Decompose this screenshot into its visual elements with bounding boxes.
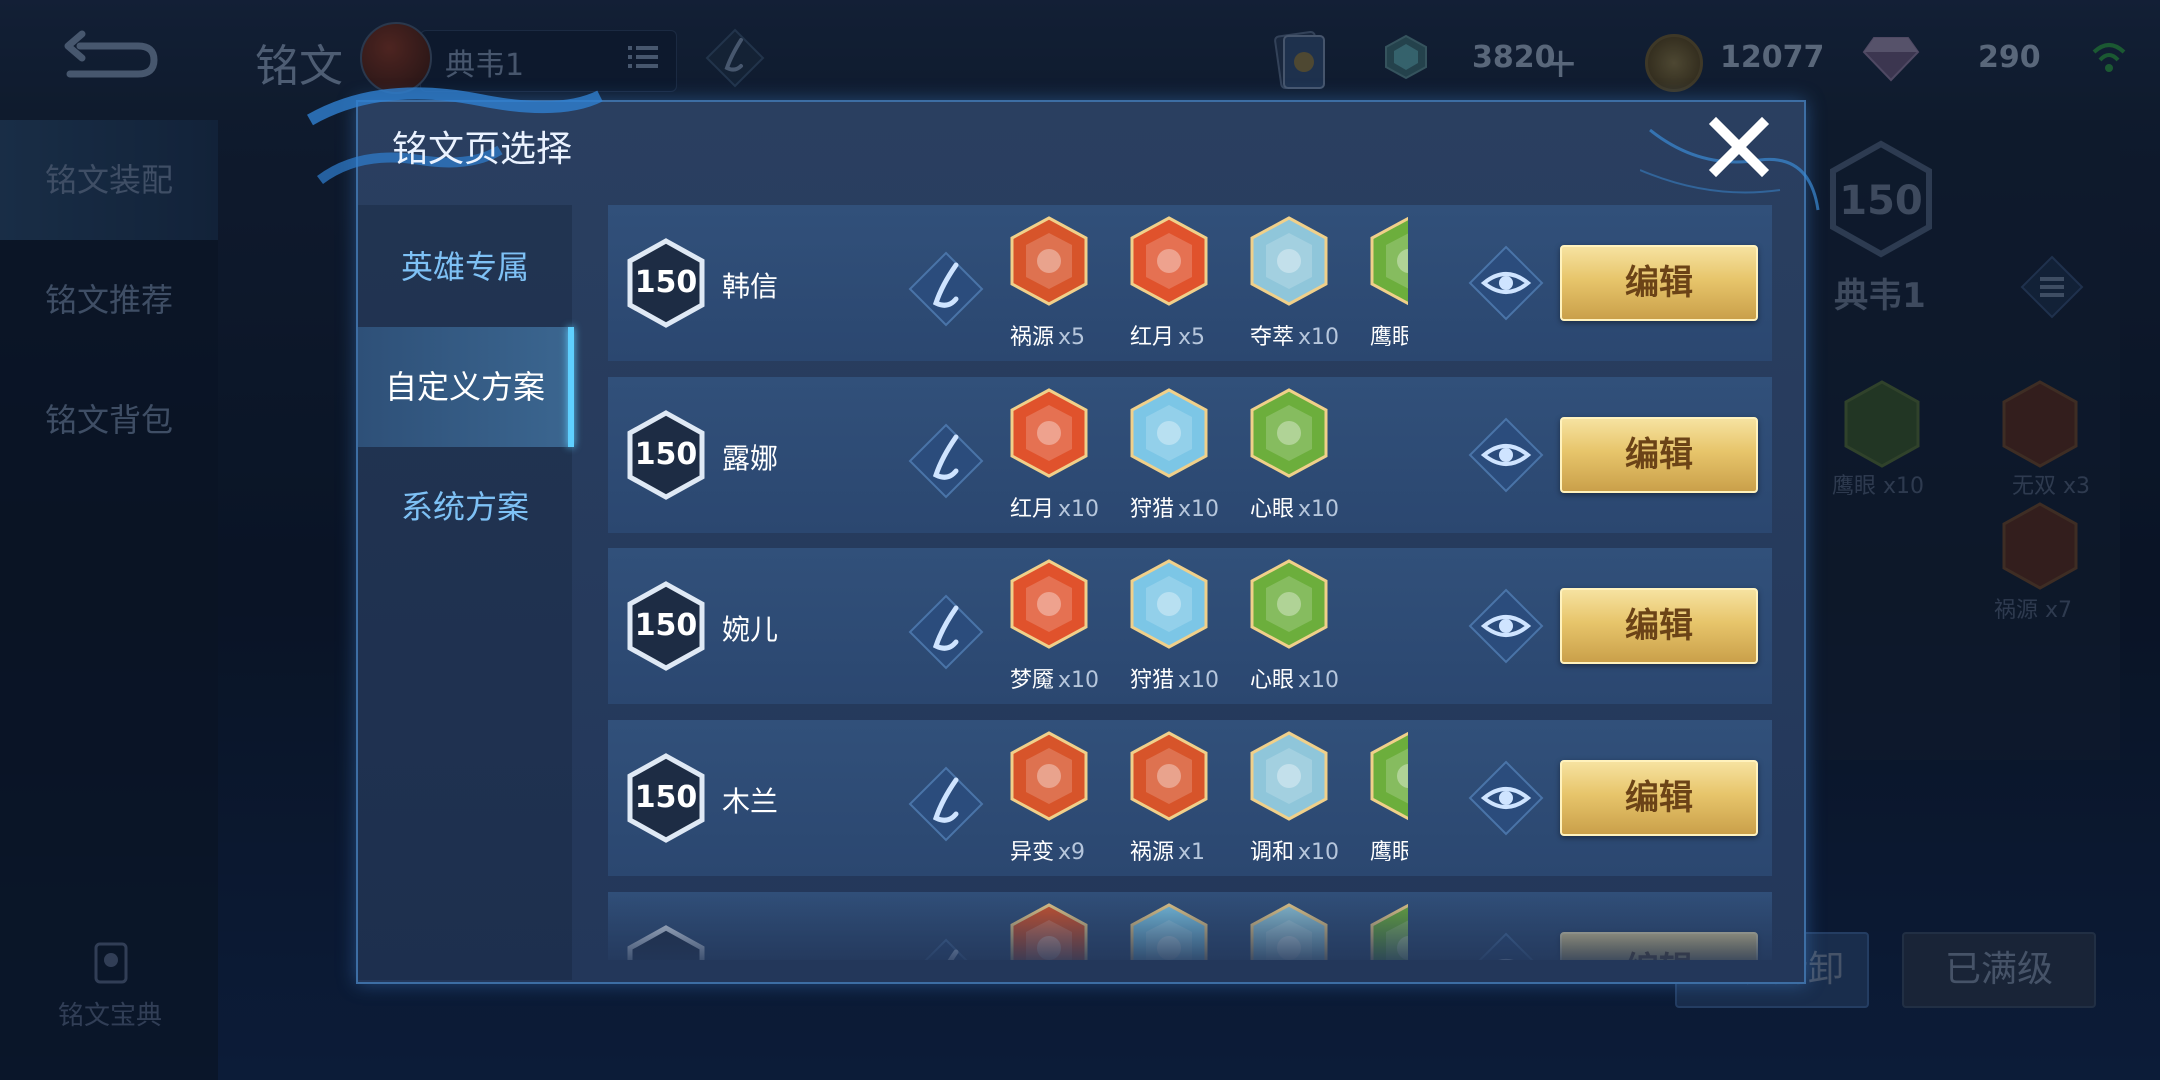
rune-label: 调和 x10 [1250, 834, 1339, 866]
rune-name: 异变 [1010, 840, 1055, 865]
rune-label: 祸源 x1 [1130, 834, 1205, 866]
rune-icon[interactable] [1128, 215, 1210, 307]
rune-icon[interactable] [1368, 215, 1408, 307]
rune-count: x10 [1058, 497, 1100, 522]
rune-label: 心眼 x10 [1250, 491, 1339, 523]
rune-name: 祸源 [1010, 325, 1055, 350]
rune-label: 狩猎 x10 [1130, 491, 1219, 523]
rune-count: x10 [1178, 497, 1220, 522]
rune-page-row[interactable]: 150 木兰 异变 x9 祸源 x1 调和 x10 鹰眼 编辑 [608, 720, 1772, 876]
rune-page-row[interactable]: 150 婉儿 梦魇 x10 狩猎 x10 心眼 x10 编辑 [608, 548, 1772, 704]
preview-eye-icon[interactable] [1466, 243, 1546, 323]
rune-label: 梦魇 x10 [1010, 662, 1099, 694]
rune-count: x10 [1298, 325, 1340, 350]
rune-icon[interactable] [1248, 558, 1330, 650]
rune-count: x1 [1178, 840, 1206, 865]
level-value: 150 [634, 608, 698, 643]
level-value: 150 [634, 265, 698, 300]
rune-name: 祸源 [1130, 840, 1175, 865]
active-tab-indicator [568, 327, 574, 447]
rune-icon[interactable] [1128, 558, 1210, 650]
rune-count: x10 [1058, 668, 1100, 693]
rune-name: 鹰眼 [1370, 840, 1408, 865]
rune-count: x10 [1178, 668, 1220, 693]
rune-label: 鹰眼 [1370, 834, 1408, 866]
rename-brush-icon[interactable] [906, 592, 986, 672]
rune-icon[interactable] [1008, 730, 1090, 822]
rune-label: 红月 x10 [1010, 491, 1099, 523]
rune-name: 红月 [1130, 325, 1175, 350]
modal-title: 铭文页选择 [392, 129, 573, 170]
rune-icon[interactable] [1368, 730, 1408, 822]
rune-page-list[interactable]: 150 韩信 祸源 x5 红月 x5 夺萃 x10 鹰眼 编辑 150 露娜 红月 x10 狩猎 x10 心眼 x… [608, 205, 1772, 960]
rune-icon[interactable] [1128, 387, 1210, 479]
rune-count: x5 [1058, 325, 1086, 350]
rune-label: 红月 x5 [1130, 319, 1205, 351]
edit-button[interactable]: 编辑 [1560, 245, 1758, 321]
rename-brush-icon[interactable] [906, 421, 986, 501]
rune-name: 调和 [1250, 840, 1295, 865]
rune-label: 异变 x9 [1010, 834, 1085, 866]
tab-hero-exclusive[interactable]: 英雄专属 [358, 207, 572, 327]
level-value: 150 [634, 437, 698, 472]
hero-name: 露娜 [722, 442, 779, 475]
rune-icon[interactable] [1128, 730, 1210, 822]
rune-icon[interactable] [1248, 730, 1330, 822]
preview-eye-icon[interactable] [1466, 415, 1546, 495]
list-fade [608, 890, 1772, 960]
rune-count: x10 [1298, 668, 1340, 693]
rune-icons: 红月 x10 狩猎 x10 心眼 x10 [1008, 387, 1408, 527]
rune-count: x10 [1298, 497, 1340, 522]
rune-name: 心眼 [1250, 668, 1295, 693]
rune-icons: 祸源 x5 红月 x5 夺萃 x10 鹰眼 [1008, 215, 1408, 355]
rune-count: x9 [1058, 840, 1086, 865]
rune-icon[interactable] [1248, 387, 1330, 479]
close-icon[interactable] [1706, 114, 1772, 180]
rune-icon[interactable] [1008, 558, 1090, 650]
rune-label: 心眼 x10 [1250, 662, 1339, 694]
preview-eye-icon[interactable] [1466, 758, 1546, 838]
rune-name: 狩猎 [1130, 668, 1175, 693]
level-value: 150 [634, 780, 698, 815]
rename-brush-icon[interactable] [906, 249, 986, 329]
rune-icon[interactable] [1248, 215, 1330, 307]
edit-button[interactable]: 编辑 [1560, 417, 1758, 493]
rune-icons: 异变 x9 祸源 x1 调和 x10 鹰眼 [1008, 730, 1408, 870]
rune-label: 夺萃 x10 [1250, 319, 1339, 351]
tab-custom-plan[interactable]: 自定义方案 [358, 327, 572, 447]
hero-name: 木兰 [722, 785, 779, 818]
rune-name: 梦魇 [1010, 668, 1055, 693]
rune-name: 鹰眼 [1370, 325, 1408, 350]
rune-label: 鹰眼 [1370, 319, 1408, 351]
rune-name: 夺萃 [1250, 325, 1295, 350]
preview-eye-icon[interactable] [1466, 586, 1546, 666]
rune-page-row[interactable]: 150 露娜 红月 x10 狩猎 x10 心眼 x10 编辑 [608, 377, 1772, 533]
rune-page-row[interactable]: 150 韩信 祸源 x5 红月 x5 夺萃 x10 鹰眼 编辑 [608, 205, 1772, 361]
rune-icon[interactable] [1008, 387, 1090, 479]
rune-label: 狩猎 x10 [1130, 662, 1219, 694]
hero-name: 婉儿 [722, 613, 779, 646]
hero-name: 韩信 [722, 270, 779, 303]
rune-name: 红月 [1010, 497, 1055, 522]
rune-count: x10 [1298, 840, 1340, 865]
edit-button[interactable]: 编辑 [1560, 760, 1758, 836]
rune-name: 狩猎 [1130, 497, 1175, 522]
rune-count: x5 [1178, 325, 1206, 350]
tab-system-plan[interactable]: 系统方案 [358, 447, 572, 567]
rune-icons: 梦魇 x10 狩猎 x10 心眼 x10 [1008, 558, 1408, 698]
rune-name: 心眼 [1250, 497, 1295, 522]
rune-label: 祸源 x5 [1010, 319, 1085, 351]
rename-brush-icon[interactable] [906, 764, 986, 844]
rune-icon[interactable] [1008, 215, 1090, 307]
edit-button[interactable]: 编辑 [1560, 588, 1758, 664]
